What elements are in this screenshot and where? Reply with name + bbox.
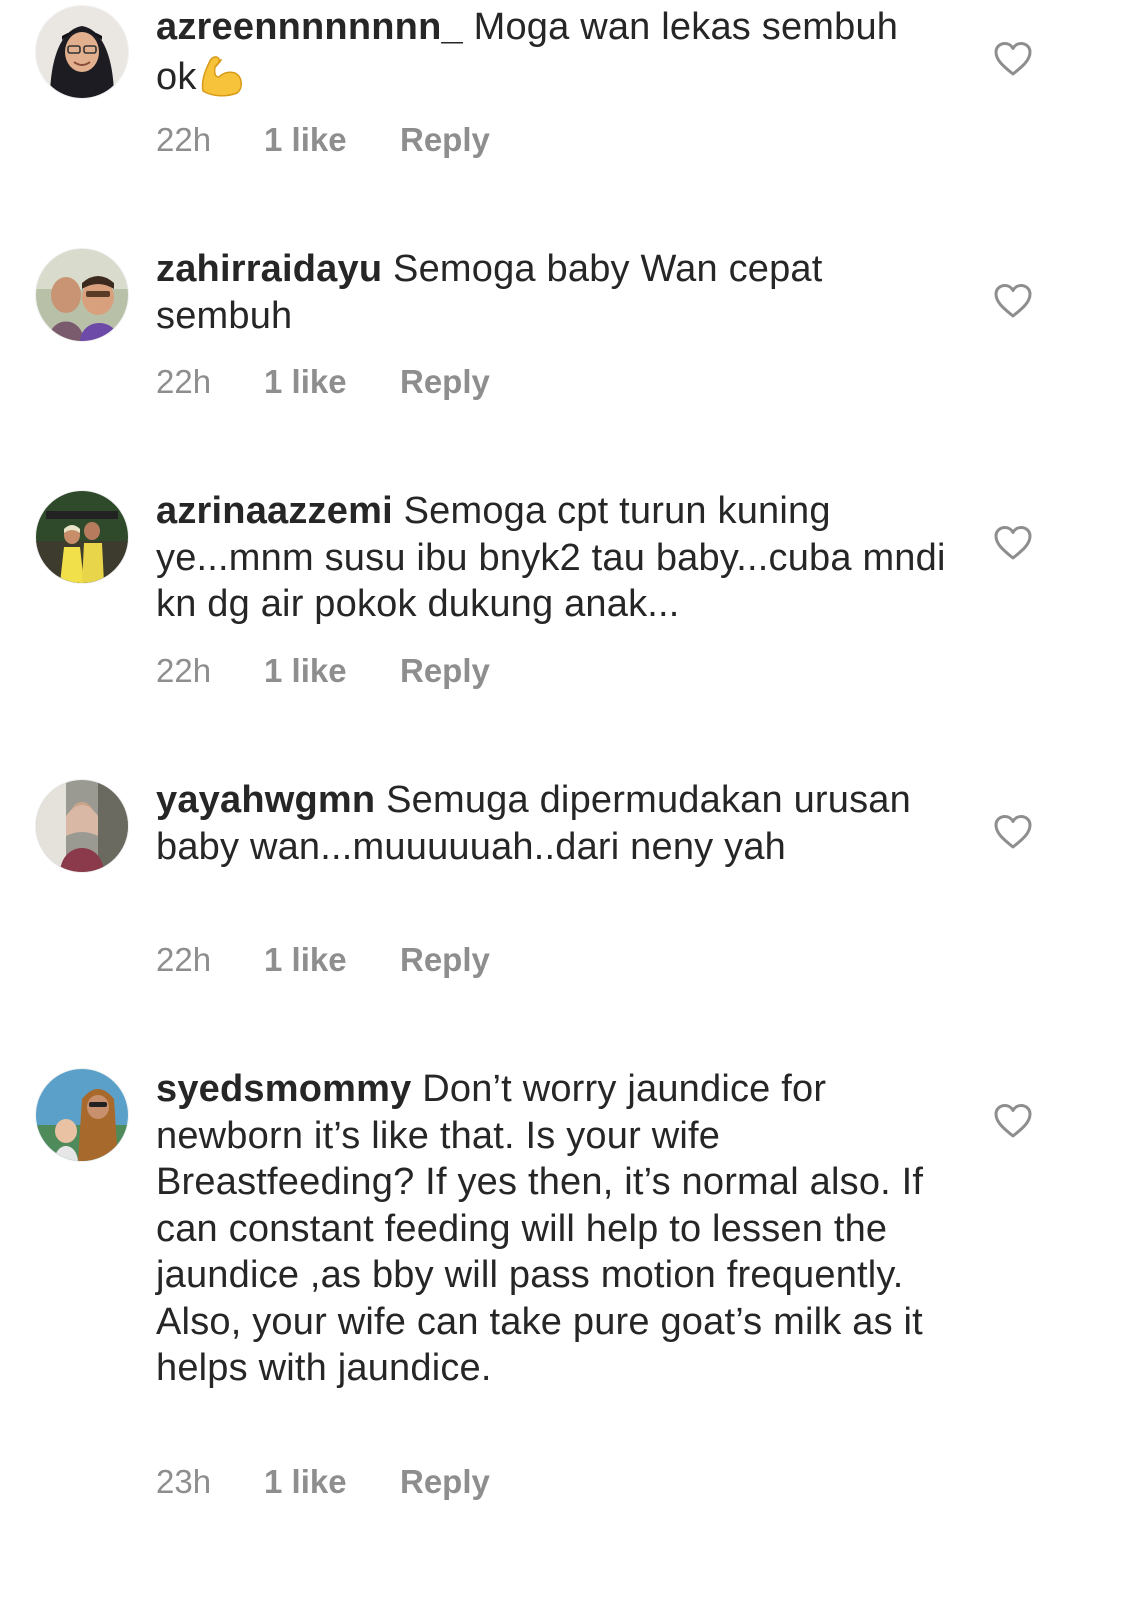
reply-button[interactable]: Reply — [400, 652, 490, 690]
reply-button[interactable]: Reply — [400, 941, 490, 979]
avatar[interactable] — [36, 6, 128, 98]
comment-time: 22h — [156, 363, 212, 400]
comment-username[interactable]: azreennnnnnnn_ — [156, 6, 463, 48]
reply-button[interactable]: Reply — [400, 121, 490, 159]
comment-meta: 23h 1 like Reply — [156, 1463, 490, 1501]
comment-time: 22h — [156, 941, 212, 978]
comment-meta: 22h 1 like Reply — [156, 121, 490, 159]
reply-button[interactable]: Reply — [400, 363, 490, 401]
comment-body: azrinaazzemi Semoga cpt turun kuning ye.… — [156, 488, 946, 628]
comment-text: Don’t worry jaundice for newborn it’s li… — [156, 1068, 924, 1389]
comment-body: syedsmommy Don’t worry jaundice for newb… — [156, 1066, 946, 1392]
heart-icon[interactable] — [993, 283, 1033, 319]
heart-icon[interactable] — [993, 41, 1033, 77]
comment-likes[interactable]: 1 like — [264, 941, 400, 979]
comment-body: zahirraidayu Semoga baby Wan cepat sembu… — [156, 246, 946, 339]
heart-icon[interactable] — [993, 814, 1033, 850]
comment-username[interactable]: syedsmommy — [156, 1068, 411, 1110]
comment-likes[interactable]: 1 like — [264, 1463, 400, 1501]
comment-time: 23h — [156, 1463, 212, 1500]
avatar[interactable] — [36, 249, 128, 341]
comment-body: yayahwgmn Semuga dipermudakan urusan bab… — [156, 777, 946, 870]
comment-likes[interactable]: 1 like — [264, 363, 400, 401]
avatar[interactable] — [36, 780, 128, 872]
avatar[interactable] — [36, 1069, 128, 1161]
comment-username[interactable]: yayahwgmn — [156, 779, 375, 821]
reply-button[interactable]: Reply — [400, 1463, 490, 1501]
comment-meta: 22h 1 like Reply — [156, 652, 490, 690]
avatar[interactable] — [36, 491, 128, 583]
comment-time: 22h — [156, 652, 212, 689]
comment-username[interactable]: zahirraidayu — [156, 248, 382, 290]
comment-username[interactable]: azrinaazzemi — [156, 490, 393, 532]
comment-body: azreennnnnnnn_ Moga wan lekas sembuh ok — [156, 4, 946, 100]
comment-meta: 22h 1 like Reply — [156, 941, 490, 979]
comment-meta: 22h 1 like Reply — [156, 363, 490, 401]
flexed-biceps-icon — [197, 51, 245, 97]
comment-likes[interactable]: 1 like — [264, 652, 400, 690]
comment-likes[interactable]: 1 like — [264, 121, 400, 159]
heart-icon[interactable] — [993, 525, 1033, 561]
comment-time: 22h — [156, 121, 212, 158]
heart-icon[interactable] — [993, 1103, 1033, 1139]
